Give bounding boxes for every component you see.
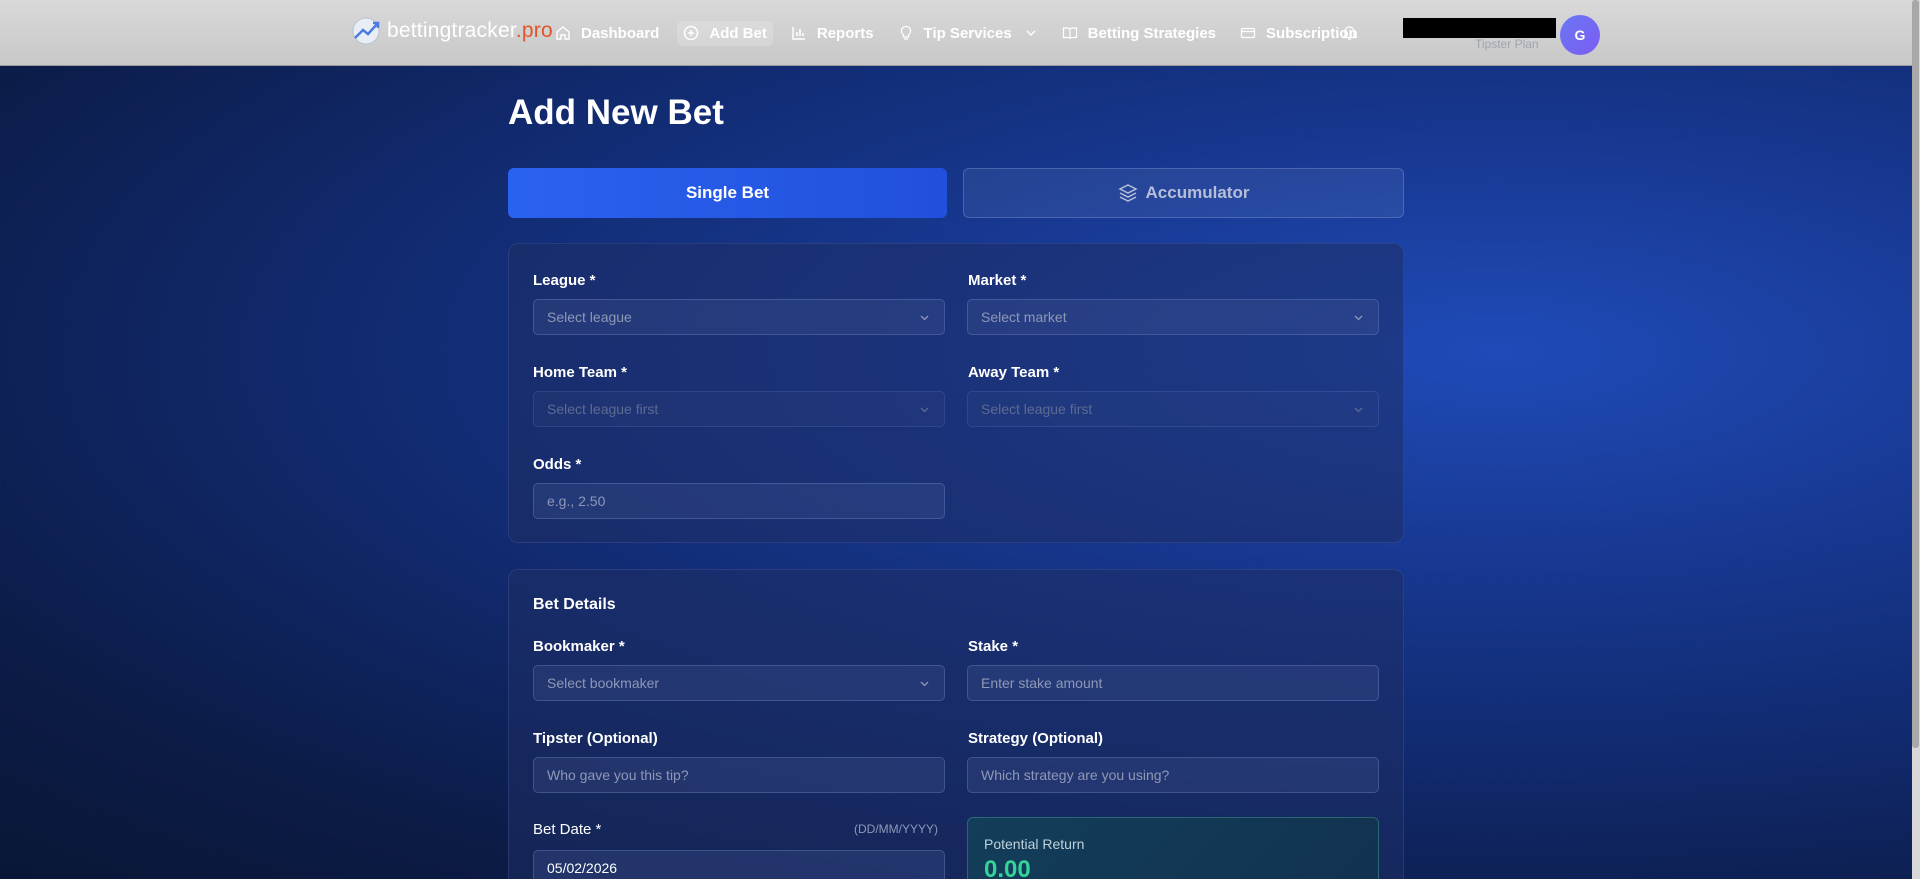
market-label: Market * [968, 272, 1027, 289]
avatar[interactable]: G [1560, 15, 1600, 55]
home-team-placeholder: Select league first [547, 401, 659, 417]
bookmaker-placeholder: Select bookmaker [547, 675, 660, 691]
away-team-label: Away Team * [968, 364, 1060, 381]
plan-label: Tipster Plan [1475, 37, 1539, 51]
stake-placeholder: Enter stake amount [981, 675, 1103, 691]
bet-details-title: Bet Details [533, 596, 616, 613]
league-select[interactable]: Select league [533, 299, 945, 335]
chevron-down-icon [920, 407, 929, 413]
away-team-placeholder: Select league first [981, 401, 1093, 417]
potential-return-box: Potential Return 0.00 [967, 817, 1379, 879]
credit-card-icon [1240, 25, 1256, 41]
nav-betting-strategies-label: Betting Strategies [1087, 24, 1217, 42]
stake-input[interactable]: Enter stake amount [967, 665, 1379, 701]
user-name-redacted[interactable] [1403, 18, 1556, 38]
lightbulb-icon [898, 25, 914, 41]
tab-accumulator-label: Accumulator [1145, 183, 1250, 202]
scrollbar-thumb[interactable] [1912, 0, 1919, 748]
tipster-label: Tipster (Optional) [533, 730, 658, 747]
chevron-down-icon [1026, 30, 1036, 37]
market-placeholder: Select market [981, 309, 1067, 325]
potential-return-value: 0.00 [984, 856, 1031, 879]
chevron-down-icon [920, 681, 929, 687]
strategy-placeholder: Which strategy are you using? [981, 767, 1170, 783]
chevron-down-icon [1354, 315, 1363, 321]
market-select[interactable]: Select market [967, 299, 1379, 335]
top-navbar: bettingtracker.pro Dashboard Add Bet Rep… [0, 0, 1920, 66]
chevron-down-icon [920, 315, 929, 321]
logo[interactable]: bettingtracker.pro [351, 16, 553, 46]
book-open-icon [1062, 25, 1078, 41]
bet-date-hint: (DD/MM/YYYY) [854, 822, 938, 836]
home-icon [555, 25, 571, 41]
bell-icon[interactable] [1341, 24, 1358, 41]
plus-circle-icon [683, 25, 699, 41]
league-label: League * [533, 272, 596, 289]
tab-accumulator[interactable]: Accumulator [963, 168, 1404, 218]
stake-label: Stake * [968, 638, 1019, 655]
potential-return-label: Potential Return [984, 836, 1085, 852]
tipster-placeholder: Who gave you this tip? [547, 767, 689, 783]
bookmaker-label: Bookmaker * [533, 638, 625, 655]
scrollbar-track[interactable] [1912, 0, 1920, 879]
bet-date-input[interactable]: 05/02/2026 [533, 850, 945, 879]
odds-label: Odds * [533, 456, 582, 473]
strategy-input[interactable]: Which strategy are you using? [967, 757, 1379, 793]
away-team-select[interactable]: Select league first [967, 391, 1379, 427]
odds-input[interactable]: e.g., 2.50 [533, 483, 945, 519]
logo-text: bettingtracker.pro [387, 19, 553, 42]
nav-add-bet[interactable]: Add Bet [677, 20, 773, 46]
tipster-input[interactable]: Who gave you this tip? [533, 757, 945, 793]
nav-dashboard-label: Dashboard [581, 24, 660, 42]
tab-single-bet[interactable]: Single Bet [508, 168, 947, 218]
tab-single-bet-label: Single Bet [685, 183, 770, 202]
nav-dashboard[interactable]: Dashboard [555, 25, 659, 42]
nav-tip-services[interactable]: Tip Services [898, 25, 1038, 42]
chevron-down-icon [1354, 407, 1363, 413]
nav-betting-strategies[interactable]: Betting Strategies [1062, 25, 1216, 42]
league-placeholder: Select league [547, 309, 632, 325]
nav-tip-services-label: Tip Services [923, 24, 1012, 42]
bet-date-value: 05/02/2026 [547, 860, 618, 876]
bookmaker-select[interactable]: Select bookmaker [533, 665, 945, 701]
logo-icon [351, 16, 381, 46]
bet-date-label: Bet Date * [533, 821, 602, 838]
home-team-label: Home Team * [533, 364, 627, 381]
nav-reports[interactable]: Reports [791, 25, 874, 42]
nav-menu: Dashboard Add Bet Reports Tip Services B… [555, 18, 1382, 48]
nav-add-bet-label: Add Bet [709, 24, 767, 42]
nav-reports-label: Reports [816, 24, 874, 42]
bar-chart-icon [791, 25, 807, 41]
odds-placeholder: e.g., 2.50 [547, 493, 606, 509]
page-title: Add New Bet [508, 93, 724, 132]
strategy-label: Strategy (Optional) [968, 730, 1104, 747]
home-team-select[interactable]: Select league first [533, 391, 945, 427]
layers-icon [1117, 184, 1138, 202]
